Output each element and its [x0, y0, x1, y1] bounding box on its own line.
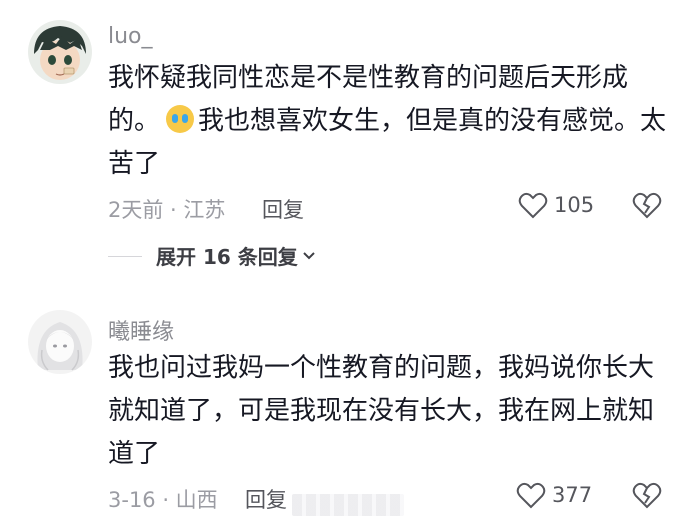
username[interactable]: luo_ — [108, 24, 153, 49]
comment-text: 我怀疑我同性恋是不是性教育的问题后天形成的。 我也想喜欢女生，但是真的没有感觉。太… — [108, 57, 678, 186]
like-count: 105 — [554, 193, 595, 217]
dislike-button[interactable] — [632, 481, 662, 513]
comment-text: 我也问过我妈一个性教育的问题，我妈说你长大就知道了，可是我现在没有长大，我在网上… — [108, 353, 655, 469]
like-button[interactable]: 105 — [518, 191, 594, 219]
avatar[interactable] — [28, 310, 92, 374]
username[interactable]: 曦睡缘 — [108, 314, 174, 346]
watermark-overlay — [292, 494, 404, 516]
reply-button[interactable]: 回复 — [245, 484, 287, 514]
like-button[interactable]: 377 — [516, 481, 592, 509]
divider — [108, 256, 142, 257]
reply-button[interactable]: 回复 — [262, 194, 304, 224]
heart-outline-icon — [516, 482, 546, 509]
heart-outline-icon — [518, 192, 548, 219]
chevron-down-icon — [303, 251, 315, 259]
broken-heart-icon — [632, 192, 662, 219]
avatar[interactable] — [28, 20, 92, 84]
broken-heart-icon — [632, 482, 662, 509]
expand-replies-label: 展开 16 条回复 — [156, 245, 298, 269]
dislike-button[interactable] — [632, 191, 662, 223]
comment-meta: 2天前 · 江苏 — [108, 198, 226, 222]
comment-meta: 3-16 · 山西 — [108, 488, 218, 512]
expand-replies-button[interactable]: 展开 16 条回复 — [156, 241, 316, 270]
like-count: 377 — [552, 483, 593, 507]
crying-emoji — [166, 105, 195, 133]
